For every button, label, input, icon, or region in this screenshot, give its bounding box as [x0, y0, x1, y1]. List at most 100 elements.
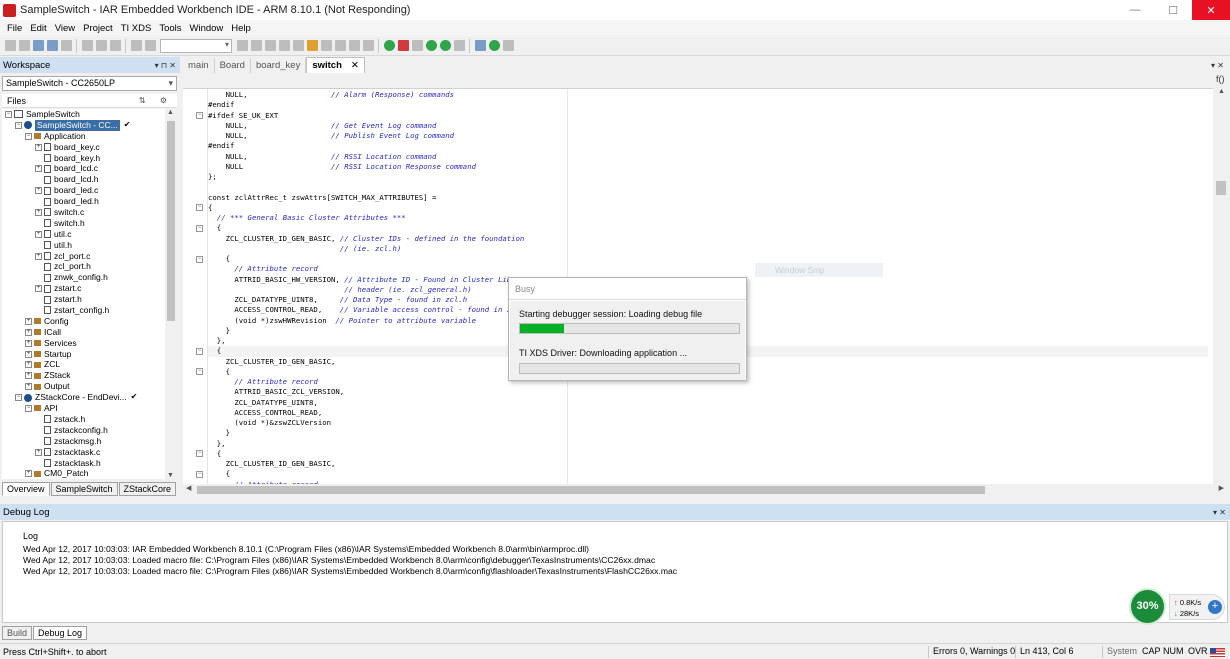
tree-item[interactable]: − SampleSwitch - CC... ✔	[2, 119, 165, 131]
scroll-right-icon[interactable]: ▶	[1219, 484, 1224, 492]
tree-item[interactable]: + board_lcd.c	[2, 163, 165, 174]
tree-item[interactable]: + Services	[2, 338, 165, 349]
expand-icon[interactable]: +	[35, 448, 42, 456]
toolbar-overflow-icon[interactable]	[502, 40, 514, 51]
tree-item[interactable]: + CM0_Patch	[2, 468, 165, 479]
expand-plus-icon[interactable]: +	[1208, 600, 1222, 614]
scroll-up-icon[interactable]: ▲	[167, 109, 174, 116]
redo-icon[interactable]	[144, 40, 156, 51]
expand-icon[interactable]: +	[35, 143, 42, 151]
tree-item[interactable]: zstart_config.h	[2, 305, 165, 316]
configuration-select[interactable]: SampleSwitch - CC2650LP	[2, 76, 177, 91]
code-line[interactable]: #endif	[208, 100, 1208, 110]
tree-item[interactable]: − Application	[2, 131, 165, 142]
next-bookmark-icon[interactable]	[334, 40, 346, 51]
scroll-thumb[interactable]	[167, 121, 175, 321]
code-line[interactable]: NULL, // RSSI Location command	[208, 152, 1208, 162]
editor-vertical-scrollbar[interactable]: ▲	[1214, 88, 1228, 484]
expand-icon[interactable]: +	[35, 165, 42, 173]
expand-icon[interactable]: +	[35, 187, 42, 195]
code-line[interactable]: // (ie. zcl.h)	[208, 244, 1208, 254]
code-line[interactable]: NULL // RSSI Location Response command	[208, 162, 1208, 172]
expand-icon[interactable]: +	[25, 317, 32, 325]
layout-debug-icon[interactable]	[488, 40, 500, 51]
tree-item[interactable]: + board_key.c	[2, 142, 165, 153]
tree-item[interactable]: + ZStack	[2, 370, 165, 381]
expand-icon[interactable]: +	[25, 328, 32, 336]
expand-icon[interactable]: +	[35, 285, 42, 293]
scroll-thumb[interactable]	[197, 486, 985, 494]
code-line[interactable]	[208, 182, 1208, 192]
fold-icon[interactable]: −	[196, 450, 203, 458]
code-line[interactable]: ZCL_DATATYPE_UINT8,	[208, 398, 1208, 408]
bookmark-icon[interactable]	[306, 40, 318, 51]
code-line[interactable]: NULL, // Publish Event Log command	[208, 131, 1208, 141]
tree-item[interactable]: + util.c	[2, 229, 165, 240]
fold-icon[interactable]: −	[196, 204, 203, 212]
column-options-icon[interactable]: ⇅ ⚙	[139, 94, 173, 108]
debug-log-body[interactable]: Log Wed Apr 12, 2017 10:03:03: IAR Embed…	[2, 521, 1228, 623]
menu-edit[interactable]: Edit	[26, 23, 50, 34]
tree-item[interactable]: + Config	[2, 316, 165, 327]
stop-build-icon[interactable]	[397, 40, 409, 51]
tab-main[interactable]: main	[183, 57, 215, 73]
debug-without-download-icon[interactable]	[439, 40, 451, 51]
scroll-down-icon[interactable]: ▼	[167, 472, 174, 479]
tree-item[interactable]: zcl_port.h	[2, 261, 165, 272]
tab-switch[interactable]: switch ✕	[306, 57, 365, 73]
download-debug-icon[interactable]	[425, 40, 437, 51]
close-tab-icon[interactable]: ✕	[351, 60, 359, 71]
layout-icon[interactable]	[474, 40, 486, 51]
function-navigator-button[interactable]: f()	[1216, 74, 1225, 84]
menu-file[interactable]: File	[3, 23, 26, 34]
code-line[interactable]: #ifdef SE_UK_EXT	[208, 111, 1208, 121]
tab-overview[interactable]: Overview	[2, 482, 50, 496]
fold-icon[interactable]: −	[196, 112, 203, 119]
save-icon[interactable]	[32, 40, 44, 51]
find-in-files-icon[interactable]	[278, 40, 290, 51]
tree-item[interactable]: − ZStackCore - EndDevi... ✔	[2, 392, 165, 403]
fold-icon[interactable]: −	[196, 224, 203, 232]
workspace-panel-controls[interactable]: ▾ ⊓ ✕	[155, 61, 176, 70]
code-line[interactable]: ACCESS_CONTROL_READ,	[208, 408, 1208, 418]
tree-item[interactable]: board_lcd.h	[2, 174, 165, 185]
code-line[interactable]: {	[208, 254, 1208, 264]
collapse-icon[interactable]: −	[25, 132, 32, 140]
fold-icon[interactable]: −	[196, 347, 203, 355]
debug-log-panel-controls[interactable]: ▾ ✕	[1213, 508, 1226, 517]
maximize-button[interactable]: ☐	[1154, 0, 1192, 20]
tree-item[interactable]: board_led.h	[2, 196, 165, 207]
open-file-icon[interactable]	[18, 40, 30, 51]
cut-icon[interactable]	[81, 40, 93, 51]
code-line[interactable]: {	[208, 469, 1208, 479]
tree-item[interactable]: + ICall	[2, 327, 165, 338]
code-line[interactable]: const zclAttrRec_t zswAttrs[SWITCH_MAX_A…	[208, 193, 1208, 203]
code-line[interactable]: };	[208, 172, 1208, 182]
tree-item[interactable]: + board_led.c	[2, 185, 165, 196]
expand-icon[interactable]: +	[25, 372, 32, 380]
tab-zstackcore[interactable]: ZStackCore	[118, 482, 177, 496]
scroll-thumb[interactable]	[1216, 181, 1226, 195]
close-button[interactable]: ✕	[1192, 0, 1230, 20]
make-icon[interactable]	[411, 40, 423, 51]
copy-icon[interactable]	[95, 40, 107, 51]
menu-ti-xds[interactable]: TI XDS	[117, 23, 156, 34]
nav-forward-icon[interactable]	[362, 40, 374, 51]
new-file-icon[interactable]	[4, 40, 16, 51]
scroll-left-icon[interactable]: ◀	[186, 484, 191, 492]
tree-item[interactable]: util.h	[2, 240, 165, 251]
menu-help[interactable]: Help	[227, 23, 255, 34]
code-line[interactable]: NULL, // Get Event Log command	[208, 121, 1208, 131]
tree-item[interactable]: zstackconfig.h	[2, 425, 165, 436]
tree-item[interactable]: zstacktask.h	[2, 458, 165, 469]
code-line[interactable]: }	[208, 428, 1208, 438]
code-line[interactable]: (void *)&zswZCLVersion	[208, 418, 1208, 428]
expand-icon[interactable]: +	[25, 350, 32, 358]
tree-item[interactable]: + Output	[2, 381, 165, 392]
code-line[interactable]: ZCL_CLUSTER_ID_GEN_BASIC, // Cluster IDs…	[208, 234, 1208, 244]
back-icon[interactable]	[236, 40, 248, 51]
tree-item[interactable]: zstart.h	[2, 294, 165, 305]
fold-icon[interactable]: −	[196, 368, 203, 376]
expand-icon[interactable]: +	[25, 339, 32, 347]
code-line[interactable]: ATTRID_BASIC_ZCL_VERSION,	[208, 387, 1208, 397]
